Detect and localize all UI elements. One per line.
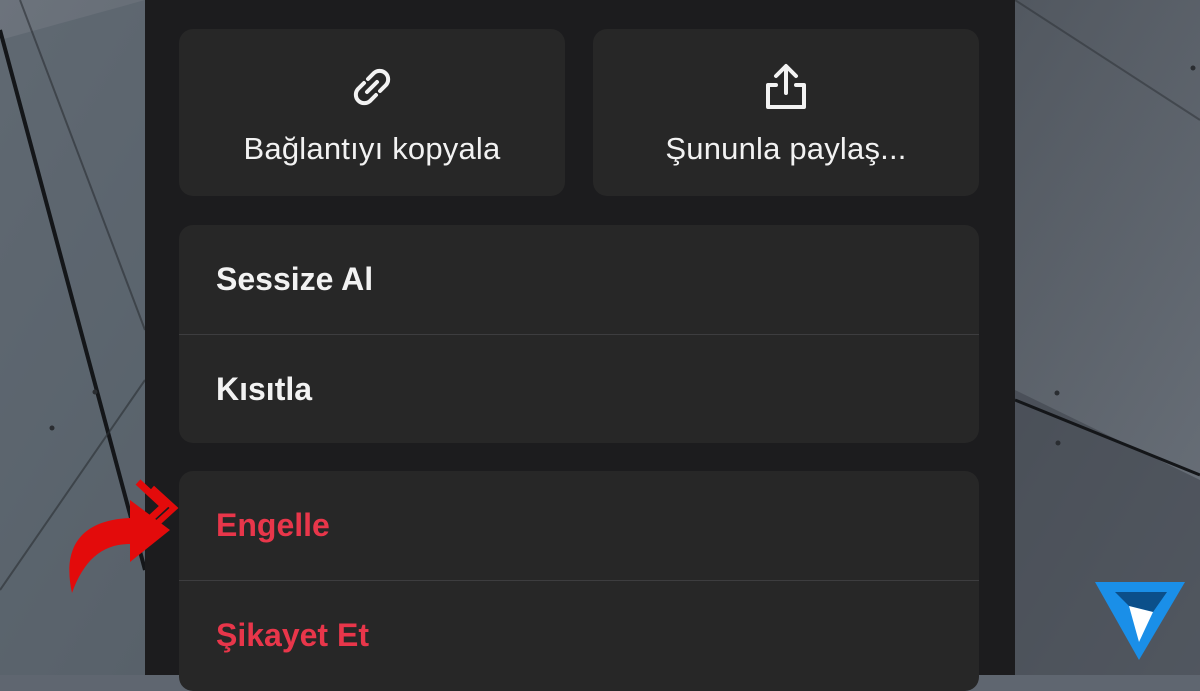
moderation-menu: Sessize Al Kısıtla [179,225,979,443]
restrict-label: Kısıtla [216,370,313,407]
restrict-button[interactable]: Kısıtla [179,334,979,443]
brand-logo-icon [1095,582,1185,660]
danger-menu: Engelle Şikayet Et [179,471,979,691]
report-button[interactable]: Şikayet Et [179,580,979,689]
copy-link-label: Bağlantıyı kopyala [243,131,501,166]
mute-button[interactable]: Sessize Al [179,225,979,334]
share-icon [766,64,806,109]
action-sheet: Bağlantıyı kopyala Şununla paylaş... Ses… [145,0,1015,691]
share-with-button[interactable]: Şununla paylaş... [593,29,979,196]
block-label: Engelle [216,507,330,543]
red-curved-arrow-icon [69,479,179,593]
share-with-label: Şununla paylaş... [665,131,907,166]
copy-link-button[interactable]: Bağlantıyı kopyala [179,29,565,196]
link-icon [353,68,391,106]
report-label: Şikayet Et [216,616,369,653]
mute-label: Sessize Al [216,261,374,297]
block-button[interactable]: Engelle [179,471,979,580]
